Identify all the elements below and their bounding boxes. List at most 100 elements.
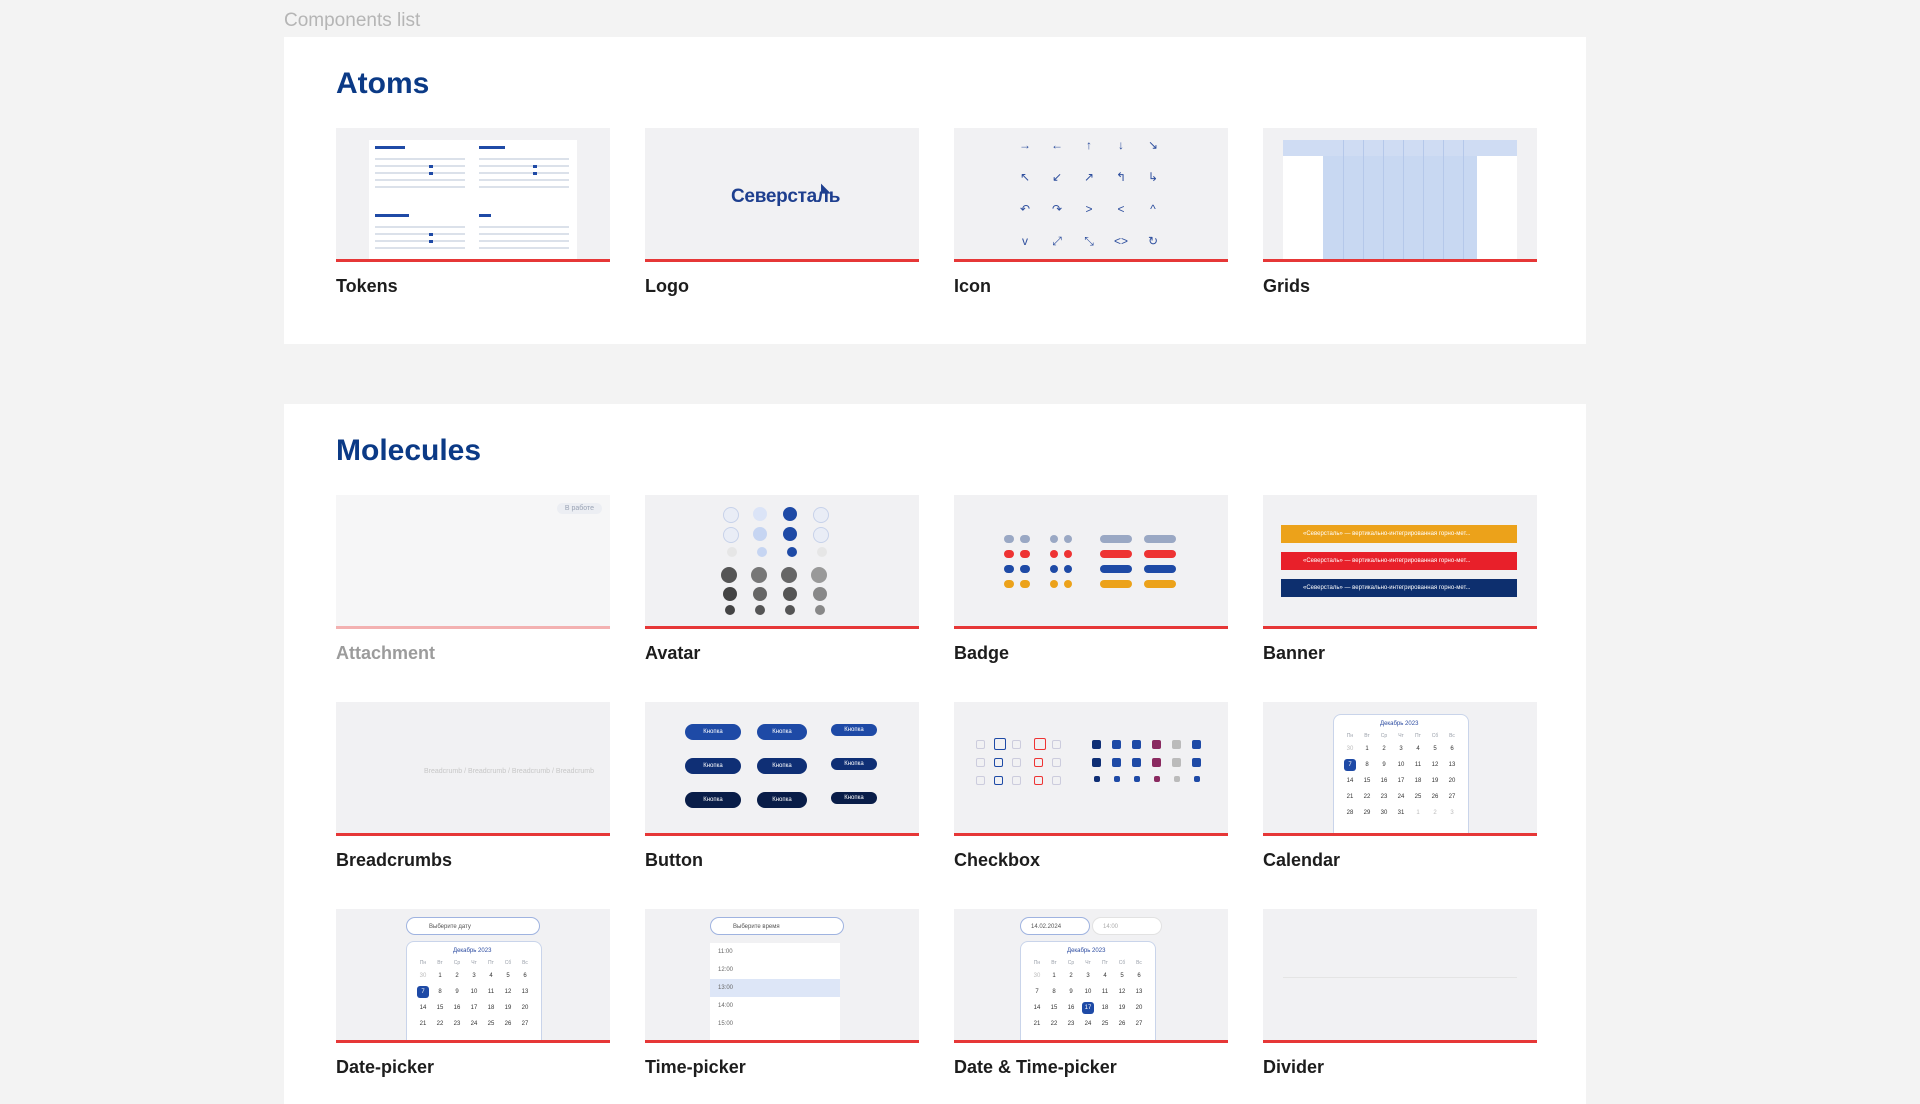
calendar-day[interactable]: 20 bbox=[1133, 1002, 1145, 1014]
calendar-day[interactable]: 7 bbox=[417, 986, 429, 998]
calendar-day[interactable]: 5 bbox=[502, 970, 514, 982]
calendar-day[interactable]: 1 bbox=[1412, 807, 1424, 819]
calendar-day[interactable]: 10 bbox=[1395, 759, 1407, 771]
calendar-day[interactable]: 1 bbox=[1361, 743, 1373, 755]
calendar-day[interactable]: 24 bbox=[468, 1018, 480, 1030]
calendar-day[interactable]: 1 bbox=[1048, 970, 1060, 982]
calendar-day[interactable]: 8 bbox=[1048, 986, 1060, 998]
card-avatar[interactable]: Avatar bbox=[645, 495, 919, 664]
calendar-day[interactable]: 23 bbox=[1378, 791, 1390, 803]
calendar-day[interactable]: 12 bbox=[1429, 759, 1441, 771]
card-banner[interactable]: «Северсталь» — вертикально-интегрированн… bbox=[1263, 495, 1537, 664]
calendar-day[interactable]: 11 bbox=[1099, 986, 1111, 998]
calendar-day[interactable]: 2 bbox=[1429, 807, 1441, 819]
calendar-day[interactable]: 2 bbox=[1378, 743, 1390, 755]
calendar-day[interactable]: 8 bbox=[434, 986, 446, 998]
calendar-day[interactable]: 23 bbox=[451, 1018, 463, 1030]
card-date-time-picker[interactable]: 14.02.2024 14:00 Декабрь 2023 Пн Вт Ср Чт Пт… bbox=[954, 909, 1228, 1078]
calendar-day[interactable]: 15 bbox=[1048, 1002, 1060, 1014]
calendar-day[interactable]: 6 bbox=[519, 970, 531, 982]
calendar-day[interactable]: 22 bbox=[1048, 1018, 1060, 1030]
card-grids[interactable]: Grids bbox=[1263, 128, 1537, 297]
calendar-day[interactable]: 19 bbox=[502, 1002, 514, 1014]
calendar-day[interactable]: 18 bbox=[1412, 775, 1424, 787]
calendar-day[interactable]: 2 bbox=[1065, 970, 1077, 982]
calendar-day[interactable]: 23 bbox=[1065, 1018, 1077, 1030]
calendar-day[interactable]: 5 bbox=[1116, 970, 1128, 982]
calendar-day[interactable]: 22 bbox=[1361, 791, 1373, 803]
calendar-day[interactable]: 29 bbox=[1361, 807, 1373, 819]
calendar-day[interactable]: 3 bbox=[1395, 743, 1407, 755]
calendar-day[interactable]: 9 bbox=[1378, 759, 1390, 771]
calendar-day[interactable]: 14 bbox=[1344, 775, 1356, 787]
calendar-day[interactable]: 9 bbox=[1065, 986, 1077, 998]
calendar-day[interactable]: 10 bbox=[1082, 986, 1094, 998]
calendar-day[interactable]: 3 bbox=[1446, 807, 1458, 819]
calendar-day[interactable]: 27 bbox=[1446, 791, 1458, 803]
calendar-day[interactable]: 11 bbox=[485, 986, 497, 998]
calendar-day[interactable]: 25 bbox=[485, 1018, 497, 1030]
calendar-day[interactable]: 14 bbox=[1031, 1002, 1043, 1014]
calendar-day[interactable]: 20 bbox=[1446, 775, 1458, 787]
calendar-day[interactable]: 3 bbox=[1082, 970, 1094, 982]
calendar-day[interactable]: 17 bbox=[1395, 775, 1407, 787]
card-badge[interactable]: Badge bbox=[954, 495, 1228, 664]
calendar-day[interactable]: 6 bbox=[1446, 743, 1458, 755]
calendar-day[interactable]: 3 bbox=[468, 970, 480, 982]
calendar-day[interactable]: 14 bbox=[417, 1002, 429, 1014]
calendar-day[interactable]: 6 bbox=[1133, 970, 1145, 982]
calendar-day[interactable]: 17 bbox=[1082, 1002, 1094, 1014]
calendar-day[interactable]: 4 bbox=[1412, 743, 1424, 755]
calendar-day[interactable]: 21 bbox=[417, 1018, 429, 1030]
calendar-day[interactable]: 26 bbox=[1116, 1018, 1128, 1030]
calendar-day[interactable]: 16 bbox=[1378, 775, 1390, 787]
calendar-day[interactable]: 25 bbox=[1412, 791, 1424, 803]
calendar-day[interactable]: 26 bbox=[1429, 791, 1441, 803]
calendar-day[interactable]: 13 bbox=[1446, 759, 1458, 771]
calendar-day[interactable]: 25 bbox=[1099, 1018, 1111, 1030]
calendar-day[interactable]: 28 bbox=[1344, 807, 1356, 819]
calendar-day[interactable]: 16 bbox=[1065, 1002, 1077, 1014]
calendar-day[interactable]: 4 bbox=[1099, 970, 1111, 982]
calendar-day[interactable]: 30 bbox=[1378, 807, 1390, 819]
calendar-day[interactable]: 7 bbox=[1344, 759, 1356, 771]
calendar-day[interactable]: 2 bbox=[451, 970, 463, 982]
calendar-day[interactable]: 21 bbox=[1344, 791, 1356, 803]
calendar-day[interactable]: 27 bbox=[1133, 1018, 1145, 1030]
calendar-day[interactable]: 4 bbox=[485, 970, 497, 982]
calendar-day[interactable]: 18 bbox=[1099, 1002, 1111, 1014]
calendar-day[interactable]: 24 bbox=[1082, 1018, 1094, 1030]
calendar-day[interactable]: 5 bbox=[1429, 743, 1441, 755]
calendar-day[interactable]: 18 bbox=[485, 1002, 497, 1014]
calendar-day[interactable]: 8 bbox=[1361, 759, 1373, 771]
calendar-day[interactable]: 13 bbox=[1133, 986, 1145, 998]
card-logo[interactable]: Северсталь ◣ Logo bbox=[645, 128, 919, 297]
card-tokens[interactable]: Tokens bbox=[336, 128, 610, 297]
card-date-picker[interactable]: Выберите дату Декабрь 2023 Пн Вт Ср Чт Пт Сб В… bbox=[336, 909, 610, 1078]
calendar-day[interactable]: 19 bbox=[1429, 775, 1441, 787]
calendar-day[interactable]: 12 bbox=[1116, 986, 1128, 998]
calendar-day[interactable]: 24 bbox=[1395, 791, 1407, 803]
calendar-day[interactable]: 19 bbox=[1116, 1002, 1128, 1014]
calendar-day[interactable]: 17 bbox=[468, 1002, 480, 1014]
calendar-day[interactable]: 11 bbox=[1412, 759, 1424, 771]
calendar-day[interactable]: 13 bbox=[519, 986, 531, 998]
card-calendar[interactable]: Декабрь 2023 Пн Вт Ср Чт Пт Сб Вс 30 1 2 3 4 5 6 7 8 9 10… bbox=[1263, 702, 1537, 871]
calendar-day[interactable]: 9 bbox=[451, 986, 463, 998]
card-breadcrumbs[interactable]: Breadcrumb / Breadcrumb / Breadcrumb / B… bbox=[336, 702, 610, 871]
calendar-day[interactable]: 12 bbox=[502, 986, 514, 998]
calendar-day[interactable]: 15 bbox=[434, 1002, 446, 1014]
card-time-picker[interactable]: Выберите время 11:00 12:00 13:00 14:00 1… bbox=[645, 909, 919, 1078]
card-checkbox[interactable]: Checkbox bbox=[954, 702, 1228, 871]
calendar-day[interactable]: 30 bbox=[1031, 970, 1043, 982]
calendar-day[interactable]: 30 bbox=[1344, 743, 1356, 755]
calendar-day[interactable]: 30 bbox=[417, 970, 429, 982]
card-attachment[interactable]: В работе Attachment bbox=[336, 495, 610, 664]
calendar-day[interactable]: 1 bbox=[434, 970, 446, 982]
calendar-day[interactable]: 20 bbox=[519, 1002, 531, 1014]
calendar-day[interactable]: 7 bbox=[1031, 986, 1043, 998]
calendar-day[interactable]: 16 bbox=[451, 1002, 463, 1014]
calendar-day[interactable]: 27 bbox=[519, 1018, 531, 1030]
calendar-day[interactable]: 15 bbox=[1361, 775, 1373, 787]
calendar-day[interactable]: 31 bbox=[1395, 807, 1407, 819]
